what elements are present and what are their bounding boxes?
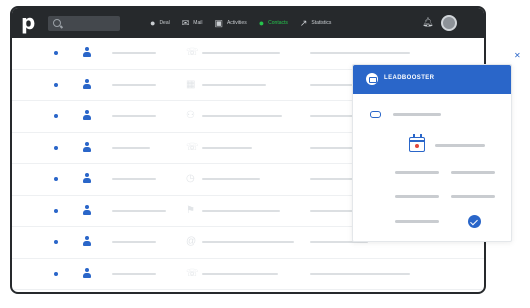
nav-item-statistics[interactable]: ↗ Statistics [299, 17, 332, 28]
placeholder-line [202, 241, 294, 243]
placeholder-line [202, 272, 278, 275]
leadbooster-chat-icon [366, 73, 378, 85]
dollar-circle-icon: ● [150, 17, 156, 28]
placeholder-line [202, 178, 260, 180]
placeholder-line [435, 144, 485, 147]
status-dot [54, 145, 58, 150]
nav-item-mail[interactable]: ✉ Mail [181, 17, 203, 28]
calendar-icon: ▣ [214, 17, 223, 28]
placeholder-line [112, 272, 156, 275]
phone-icon: ☏ [186, 47, 199, 58]
phone-icon: ☏ [186, 267, 199, 279]
mail-icon: ✉ [181, 17, 190, 28]
placeholder-line [112, 52, 156, 54]
placeholder-line [202, 115, 282, 117]
chat-bubble-icon [370, 111, 381, 118]
nav-item-deal[interactable]: ● Deal [150, 17, 170, 28]
person-icon: ● [258, 17, 265, 28]
trend-line-icon: ↗ [299, 17, 308, 28]
top-navigation-bar: p ● Deal ✉ Mail ▣ Activities ● Contacts … [12, 8, 484, 38]
status-dot [54, 82, 58, 87]
person-icon [83, 236, 91, 248]
status-dot [54, 51, 58, 55]
placeholder-line [112, 241, 156, 243]
search-input[interactable] [48, 16, 120, 31]
nav-label: Mail [193, 20, 203, 26]
person-icon [83, 204, 91, 217]
at-sign-icon: @ [186, 236, 197, 247]
search-icon [53, 19, 61, 27]
placeholder-line [310, 52, 410, 54]
placeholder-line [202, 209, 280, 212]
expand-arrows-icon[interactable]: ✕ [514, 52, 521, 60]
placeholder-line [202, 52, 280, 54]
person-icon [83, 110, 91, 122]
person-icon [83, 78, 91, 91]
placeholder-line [112, 115, 156, 117]
user-avatar[interactable] [441, 15, 457, 31]
main-nav: ● Deal ✉ Mail ▣ Activities ● Contacts ↗ … [150, 8, 331, 38]
placeholder-line [202, 146, 252, 149]
placeholder-line [451, 171, 495, 174]
placeholder-line [112, 209, 166, 212]
nav-item-activities[interactable]: ▣ Activities [214, 17, 247, 28]
person-icon [83, 141, 91, 154]
status-dot [54, 177, 58, 181]
placeholder-line [112, 178, 156, 180]
grid-icon: ▦ [186, 78, 196, 90]
placeholder-line [451, 195, 495, 198]
nav-item-contacts[interactable]: ● Contacts [258, 17, 288, 28]
calendar-icon[interactable] [409, 134, 425, 152]
status-dot [54, 240, 58, 244]
phone-icon: ☏ [186, 141, 199, 153]
status-dot [54, 208, 58, 213]
person-icon [83, 267, 91, 280]
placeholder-line [395, 195, 439, 198]
placeholder-line [202, 83, 266, 86]
panel-title: LEADBOOSTER [384, 75, 435, 81]
placeholder-line [112, 146, 150, 149]
nav-label: Contacts [268, 20, 288, 26]
nav-label: Deal [159, 20, 170, 26]
placeholder-line [395, 171, 439, 174]
notifications-bell-icon[interactable]: 🔔︎ [422, 17, 433, 27]
people-icon: ⚇ [186, 110, 195, 121]
status-dot [54, 114, 58, 118]
status-dot [54, 271, 58, 276]
placeholder-line [112, 83, 156, 86]
list-item[interactable]: ☏ [12, 259, 484, 290]
pipedrive-logo[interactable]: p [21, 10, 35, 34]
person-icon [83, 173, 91, 185]
person-icon [83, 47, 91, 59]
nav-label: Statistics [311, 20, 332, 26]
placeholder-line [393, 113, 441, 116]
nav-label: Activities [226, 20, 247, 26]
leadbooster-header: LEADBOOSTER [353, 65, 511, 94]
clock-icon: ◷ [186, 173, 195, 184]
placeholder-line [310, 272, 410, 275]
placeholder-line [395, 220, 439, 223]
leadbooster-panel: LEADBOOSTER [352, 64, 512, 242]
flag-icon: ⚑ [186, 204, 195, 216]
checkmark-icon[interactable] [468, 215, 481, 228]
